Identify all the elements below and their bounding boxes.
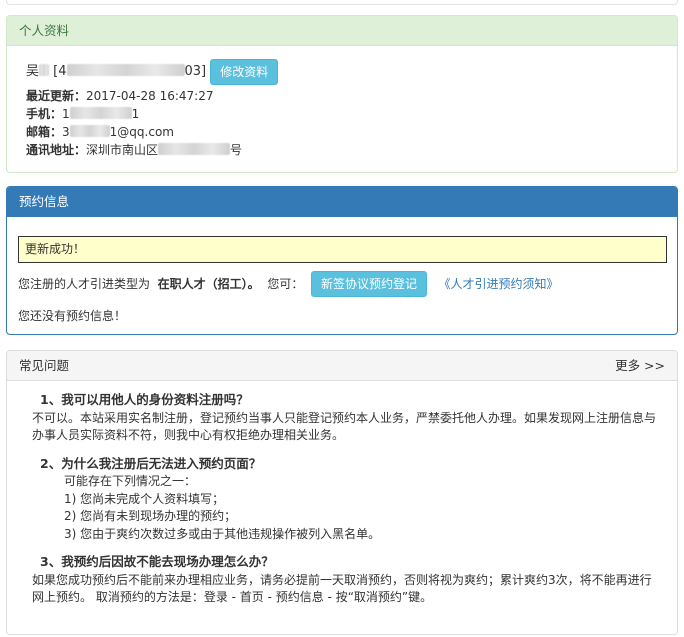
faq-answer: 如果您成功预约后不能前来办理相应业务，请务必提前一天取消预约，否则将视为爽约；累… bbox=[32, 572, 652, 605]
talent-type-row: 您注册的人才引进类型为 在职人才（招工）。 您可： 新签协议预约登记 《人才引进… bbox=[18, 271, 558, 297]
top-panel-edge bbox=[6, 0, 678, 5]
new-agreement-button[interactable]: 新签协议预约登记 bbox=[310, 271, 427, 297]
faq-answer-item: 3) 您由于爽约次数过多或由于其他违规操作被列入黑名单。 bbox=[64, 526, 381, 541]
more-link[interactable]: 更多 >> bbox=[615, 351, 665, 381]
last-update-value: 2017-04-28 16:47:27 bbox=[86, 89, 214, 103]
faq-answer-intro: 可能存在下列情况之一： bbox=[64, 474, 197, 488]
faq-answer-item: 2) 您尚有未到现场办理的预约； bbox=[64, 509, 237, 523]
phone-row: 手机：1 1 bbox=[26, 107, 140, 121]
profile-panel-title: 个人资料 bbox=[7, 16, 677, 46]
profile-id-prefix: [4 bbox=[53, 64, 67, 79]
profile-name-row: 吴 [4 03] 修改资料 bbox=[26, 59, 279, 85]
address-row: 通讯地址：深圳市南山区号 bbox=[26, 143, 243, 157]
faq-list: 1、我可以用他人的身份资料注册吗？ 不可以。本站采用实名制注册，登记预约当事人只… bbox=[32, 391, 662, 607]
faq-answer: 不可以。本站采用实名制注册，登记预约当事人只能登记预约本人业务，严禁委托他人办理… bbox=[32, 410, 657, 443]
talent-type-value: 在职人才（招工）。 bbox=[157, 277, 260, 291]
faq-question: 2、为什么我注册后无法进入预约页面？ bbox=[40, 455, 262, 471]
faq-question: 3、我预约后因故不能去现场办理怎么办？ bbox=[40, 554, 274, 569]
faq-answer-item: 1) 您尚未完成个人资料填写； bbox=[64, 491, 225, 506]
redacted-email bbox=[69, 125, 110, 137]
reservation-panel: 预约信息 更新成功！ 您注册的人才引进类型为 在职人才（招工）。 您可： 新签协… bbox=[6, 186, 678, 335]
profile-name: 吴 bbox=[26, 64, 40, 79]
redacted-id bbox=[66, 64, 185, 76]
edit-profile-button[interactable]: 修改资料 bbox=[210, 59, 279, 85]
no-reservation-text: 您还没有预约信息！ bbox=[18, 309, 127, 323]
last-update-row: 最近更新：2017-04-28 16:47:27 bbox=[26, 89, 214, 103]
profile-info: 最近更新：2017-04-28 16:47:27 手机：1 1 邮箱：3 1@qq.… bbox=[26, 87, 242, 159]
notice-link[interactable]: 《人才引进预约须知》 bbox=[438, 277, 558, 291]
profile-panel: 个人资料 吴 [4 03] 修改资料 最近更新：2017-04-28 16:47:… bbox=[6, 15, 678, 173]
profile-id-suffix: 03] bbox=[184, 64, 207, 79]
faq-panel-title: 常见问题 更多 >> bbox=[7, 351, 677, 381]
email-row: 邮箱：3 1@qq.com bbox=[26, 125, 174, 139]
faq-panel: 常见问题 更多 >> 1、我可以用他人的身份资料注册吗？ 不可以。本站采用实名制… bbox=[6, 350, 678, 635]
redacted-phone bbox=[69, 107, 132, 119]
reservation-panel-title: 预约信息 bbox=[7, 187, 677, 217]
success-alert: 更新成功！ bbox=[18, 236, 667, 263]
faq-question: 1、我可以用他人的身份资料注册吗？ bbox=[40, 392, 249, 407]
redacted-address bbox=[158, 143, 231, 155]
redacted-name bbox=[39, 64, 50, 76]
